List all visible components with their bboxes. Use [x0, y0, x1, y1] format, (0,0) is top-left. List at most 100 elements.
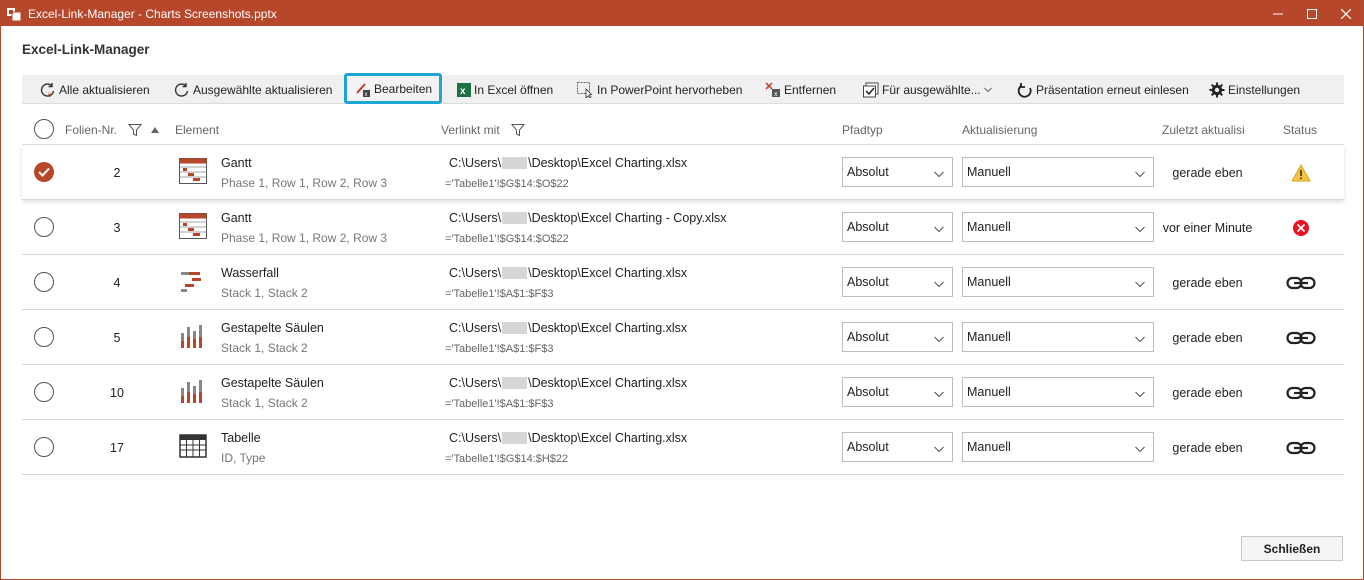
row-select-radio[interactable]: [34, 217, 54, 237]
update-mode-select[interactable]: Manuell: [962, 322, 1154, 352]
highlight-in-ppt-button[interactable]: In PowerPoint hervorheben: [577, 75, 742, 104]
linked-filter-icon[interactable]: [511, 114, 525, 145]
close-window-button[interactable]: [1329, 1, 1363, 26]
settings-label: Einstellungen: [1228, 82, 1301, 97]
table-row[interactable]: 17 Tabelle ID, Type C:\Users\ \Desktop\Excel…: [22, 420, 1344, 475]
sort-ascending-icon[interactable]: [151, 114, 159, 145]
link-icon[interactable]: [1284, 272, 1318, 294]
path-type-select[interactable]: Absolut: [842, 157, 953, 187]
table-row[interactable]: 2 Gantt Phase 1, Row 1, Row 2, Row 3 C:\Use…: [22, 145, 1344, 200]
last-updated: gerade eben: [1172, 275, 1243, 290]
last-updated: gerade eben: [1172, 330, 1243, 345]
column-header-status[interactable]: Status: [1283, 114, 1317, 145]
path-prefix: C:\Users\: [449, 156, 502, 170]
error-icon[interactable]: [1284, 217, 1318, 239]
path-suffix: \Desktop\Excel Charting.xlsx: [528, 431, 688, 445]
element-name: Tabelle: [221, 431, 261, 445]
column-header-update[interactable]: Aktualisierung: [962, 114, 1037, 145]
update-mode-select[interactable]: Manuell: [962, 157, 1154, 187]
path-type-select[interactable]: Absolut: [842, 377, 953, 407]
update-mode-select[interactable]: Manuell: [962, 377, 1154, 407]
path-type-select[interactable]: Absolut: [842, 432, 953, 462]
element-name: Gantt: [221, 156, 252, 170]
path-type-value: Absolut: [847, 275, 889, 289]
linked-file-path: C:\Users\ \Desktop\Excel Charting.xlsx: [449, 266, 687, 280]
path-type-value: Absolut: [847, 330, 889, 344]
slide-number: 10: [110, 385, 124, 400]
column-header-path-type[interactable]: Pfadtyp: [842, 114, 883, 145]
chevron-down-icon: [1135, 167, 1145, 181]
last-updated: gerade eben: [1172, 385, 1243, 400]
table-row[interactable]: 4 Wasserfall Stack 1, Stack 2 C:\Users\ \Des…: [22, 255, 1344, 310]
path-type-value: Absolut: [847, 165, 889, 179]
linked-file-path: C:\Users\ \Desktop\Excel Charting.xlsx: [449, 156, 687, 170]
slide-number: 17: [110, 440, 124, 455]
open-in-excel-button[interactable]: x In Excel öffnen: [457, 75, 553, 104]
row-select-radio[interactable]: [34, 327, 54, 347]
row-select-radio[interactable]: [34, 382, 54, 402]
table-row[interactable]: 3 Gantt Phase 1, Row 1, Row 2, Row 3 C:\Use…: [22, 200, 1344, 255]
linked-range: ='Tabelle1'!$A$1:$F$3: [445, 288, 554, 300]
settings-button[interactable]: Einstellungen: [1209, 75, 1300, 104]
column-header-element[interactable]: Element: [175, 114, 219, 145]
maximize-button[interactable]: [1295, 1, 1329, 26]
toolbar: 6 Alle aktualisieren Ausgewählte aktuali…: [22, 73, 1344, 104]
edit-button[interactable]: x Bearbeiten: [344, 73, 443, 104]
path-prefix: C:\Users\: [449, 266, 502, 280]
element-details: Stack 1, Stack 2: [221, 396, 308, 410]
row-select-radio[interactable]: [34, 437, 54, 457]
slide-number: 3: [113, 220, 121, 235]
close-button[interactable]: Schließen: [1241, 536, 1343, 561]
svg-text:x: x: [460, 86, 466, 97]
update-mode-select[interactable]: Manuell: [962, 432, 1154, 462]
warning-icon[interactable]: [1284, 162, 1318, 184]
table-icon: [179, 433, 207, 459]
powerpoint-app-icon: [6, 6, 22, 22]
path-prefix: C:\Users\: [449, 376, 502, 390]
update-mode-value: Manuell: [967, 330, 1011, 344]
slide-filter-icon[interactable]: [128, 114, 142, 145]
chevron-down-icon: [934, 277, 944, 291]
row-select-radio[interactable]: [34, 272, 54, 292]
minimize-button[interactable]: [1261, 1, 1295, 26]
gear-icon: [1209, 82, 1225, 97]
column-header-last-updated[interactable]: Zuletzt aktualisi: [1162, 114, 1248, 145]
path-type-value: Absolut: [847, 440, 889, 454]
window-title: Excel-Link-Manager - Charts Screenshots.…: [28, 6, 277, 21]
remove-button[interactable]: x Entfernen: [765, 75, 836, 104]
update-selected-button[interactable]: Ausgewählte aktualisieren: [174, 75, 332, 104]
element-name: Gestapelte Säulen: [221, 321, 324, 335]
row-select-radio[interactable]: [34, 162, 54, 182]
slide-number: 2: [113, 165, 121, 180]
redacted-username: [502, 377, 528, 389]
for-selected-dropdown[interactable]: Für ausgewählte...: [863, 75, 992, 104]
path-type-select[interactable]: Absolut: [842, 212, 953, 242]
chevron-down-icon: [934, 442, 944, 456]
link-icon[interactable]: [1284, 327, 1318, 349]
update-mode-select[interactable]: Manuell: [962, 267, 1154, 297]
redacted-username: [502, 432, 528, 444]
highlight-cursor-icon: [577, 81, 593, 98]
element-details: Phase 1, Row 1, Row 2, Row 3: [221, 231, 388, 245]
column-header-linked-with[interactable]: Verlinkt mit: [441, 114, 500, 145]
path-prefix: C:\Users\: [449, 431, 502, 445]
element-name: Wasserfall: [221, 266, 279, 280]
link-icon[interactable]: [1284, 437, 1318, 459]
update-all-button[interactable]: 6 Alle aktualisieren: [40, 75, 150, 104]
table-row[interactable]: 5 Gestapelte Säulen Stack 1, Stack 2 C:\Use…: [22, 310, 1344, 365]
table-row[interactable]: 10 Gestapelte Säulen Stack 1, Stack 2 C:\Us…: [22, 365, 1344, 420]
reload-presentation-button[interactable]: Präsentation erneut einlesen: [1017, 75, 1189, 104]
chevron-down-icon: [1135, 332, 1145, 346]
path-prefix: C:\Users\: [449, 211, 502, 225]
path-type-value: Absolut: [847, 220, 889, 234]
path-type-select[interactable]: Absolut: [842, 267, 953, 297]
select-all-radio[interactable]: [34, 119, 54, 139]
update-mode-select[interactable]: Manuell: [962, 212, 1154, 242]
path-type-select[interactable]: Absolut: [842, 322, 953, 352]
link-icon[interactable]: [1284, 382, 1318, 404]
excel-icon: x: [457, 82, 471, 97]
column-header-slide-no[interactable]: Folien-Nr.: [65, 114, 117, 145]
linked-range: ='Tabelle1'!$G$14:$O$22: [445, 178, 569, 190]
element-name: Gestapelte Säulen: [221, 376, 324, 390]
element-details: Stack 1, Stack 2: [221, 341, 308, 355]
